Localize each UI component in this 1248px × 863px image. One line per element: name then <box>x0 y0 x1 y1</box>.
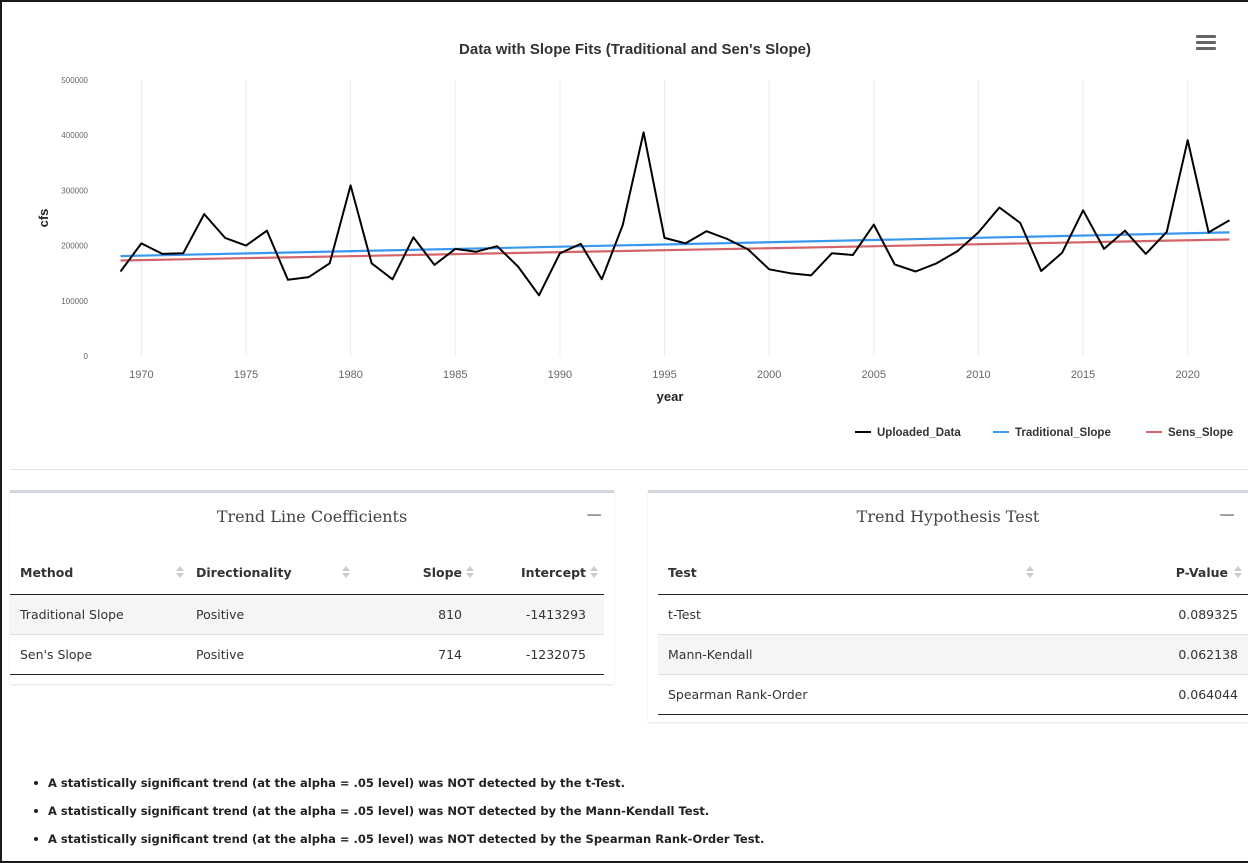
table-row: Spearman Rank-Order 0.064044 <box>658 673 1248 715</box>
sort-icon[interactable] <box>590 566 598 580</box>
method-cell: Sen's Slope <box>10 633 186 675</box>
column-header-slope[interactable]: Slope <box>362 552 488 595</box>
x-tick-label: 1970 <box>129 369 153 381</box>
y-axis-label: cfs <box>36 209 51 228</box>
legend-label: Sens_Slope <box>1168 427 1233 439</box>
x-tick-label: 2015 <box>1071 369 1095 381</box>
column-header-intercept[interactable]: Intercept <box>488 552 604 595</box>
series-line-uploaded_data <box>119 131 1231 297</box>
hamburger-menu-icon[interactable] <box>1196 35 1216 53</box>
list-item: A statistically significant trend (at th… <box>34 832 764 860</box>
x-tick-label: 1985 <box>443 369 467 381</box>
table-row: Sen's Slope Positive 714 -1232075 <box>10 633 604 675</box>
collapse-icon[interactable]: − <box>585 503 603 528</box>
p-value-cell: 0.064044 <box>1048 673 1248 715</box>
chart-panel: Data with Slope Fits (Traditional and Se… <box>10 10 1248 470</box>
x-tick-label: 2020 <box>1175 369 1199 381</box>
column-header-test[interactable]: Test <box>658 552 1048 595</box>
x-tick-label: 1995 <box>652 369 676 381</box>
y-tick-label: 200000 <box>61 242 88 251</box>
slope-cell: 810 <box>362 593 488 634</box>
test-cell: t-Test <box>658 593 1048 634</box>
column-header-p-value[interactable]: P-Value <box>1048 552 1248 595</box>
list-item: A statistically significant trend (at th… <box>34 804 764 832</box>
x-axis-label: year <box>657 389 684 404</box>
list-item: A statistically significant trend (at th… <box>34 776 764 804</box>
directionality-cell: Positive <box>186 633 362 675</box>
coefficients-table: Method Directionality Slope Intercept Tr… <box>10 552 604 675</box>
x-tick-label: 2010 <box>966 369 990 381</box>
y-tick-label: 100000 <box>61 297 88 306</box>
sort-icon[interactable] <box>466 566 474 580</box>
column-header-method[interactable]: Method <box>10 552 186 595</box>
test-cell: Mann-Kendall <box>658 633 1048 674</box>
y-tick-label: 0 <box>84 352 89 361</box>
intercept-cell: -1232075 <box>488 633 604 675</box>
intercept-cell: -1413293 <box>488 593 604 634</box>
table-row: t-Test 0.089325 <box>658 593 1248 634</box>
test-cell: Spearman Rank-Order <box>658 673 1048 715</box>
p-value-cell: 0.062138 <box>1048 633 1248 674</box>
slope-cell: 714 <box>362 633 488 675</box>
results-list: A statistically significant trend (at th… <box>34 776 764 860</box>
sort-icon[interactable] <box>1026 566 1034 580</box>
x-tick-label: 2000 <box>757 369 781 381</box>
sort-icon[interactable] <box>1234 566 1242 580</box>
column-header-directionality[interactable]: Directionality <box>186 552 362 595</box>
x-tick-label: 1975 <box>234 369 258 381</box>
box-title: Trend Line Coefficients <box>216 507 408 526</box>
y-tick-label: 400000 <box>61 131 88 140</box>
table-row: Traditional Slope Positive 810 -1413293 <box>10 593 604 634</box>
x-tick-label: 2005 <box>862 369 886 381</box>
method-cell: Traditional Slope <box>10 593 186 634</box>
chart-title: Data with Slope Fits (Traditional and Se… <box>459 41 811 58</box>
hypothesis-table: Test P-Value t-Test 0.089325 Mann-Kendal… <box>658 552 1248 715</box>
legend-label: Uploaded_Data <box>877 427 961 439</box>
table-row: Mann-Kendall 0.062138 <box>658 633 1248 674</box>
sort-icon[interactable] <box>342 566 350 580</box>
x-tick-label: 1980 <box>338 369 362 381</box>
p-value-cell: 0.089325 <box>1048 593 1248 634</box>
directionality-cell: Positive <box>186 593 362 634</box>
sort-icon[interactable] <box>176 566 184 580</box>
box-title: Trend Hypothesis Test <box>856 507 1040 526</box>
x-tick-label: 1990 <box>548 369 572 381</box>
collapse-icon[interactable]: − <box>1218 503 1236 528</box>
line-chart: Data with Slope Fits (Traditional and Se… <box>36 41 1233 439</box>
y-tick-label: 500000 <box>61 76 88 85</box>
y-tick-label: 300000 <box>61 186 88 195</box>
legend-label: Traditional_Slope <box>1015 427 1111 439</box>
